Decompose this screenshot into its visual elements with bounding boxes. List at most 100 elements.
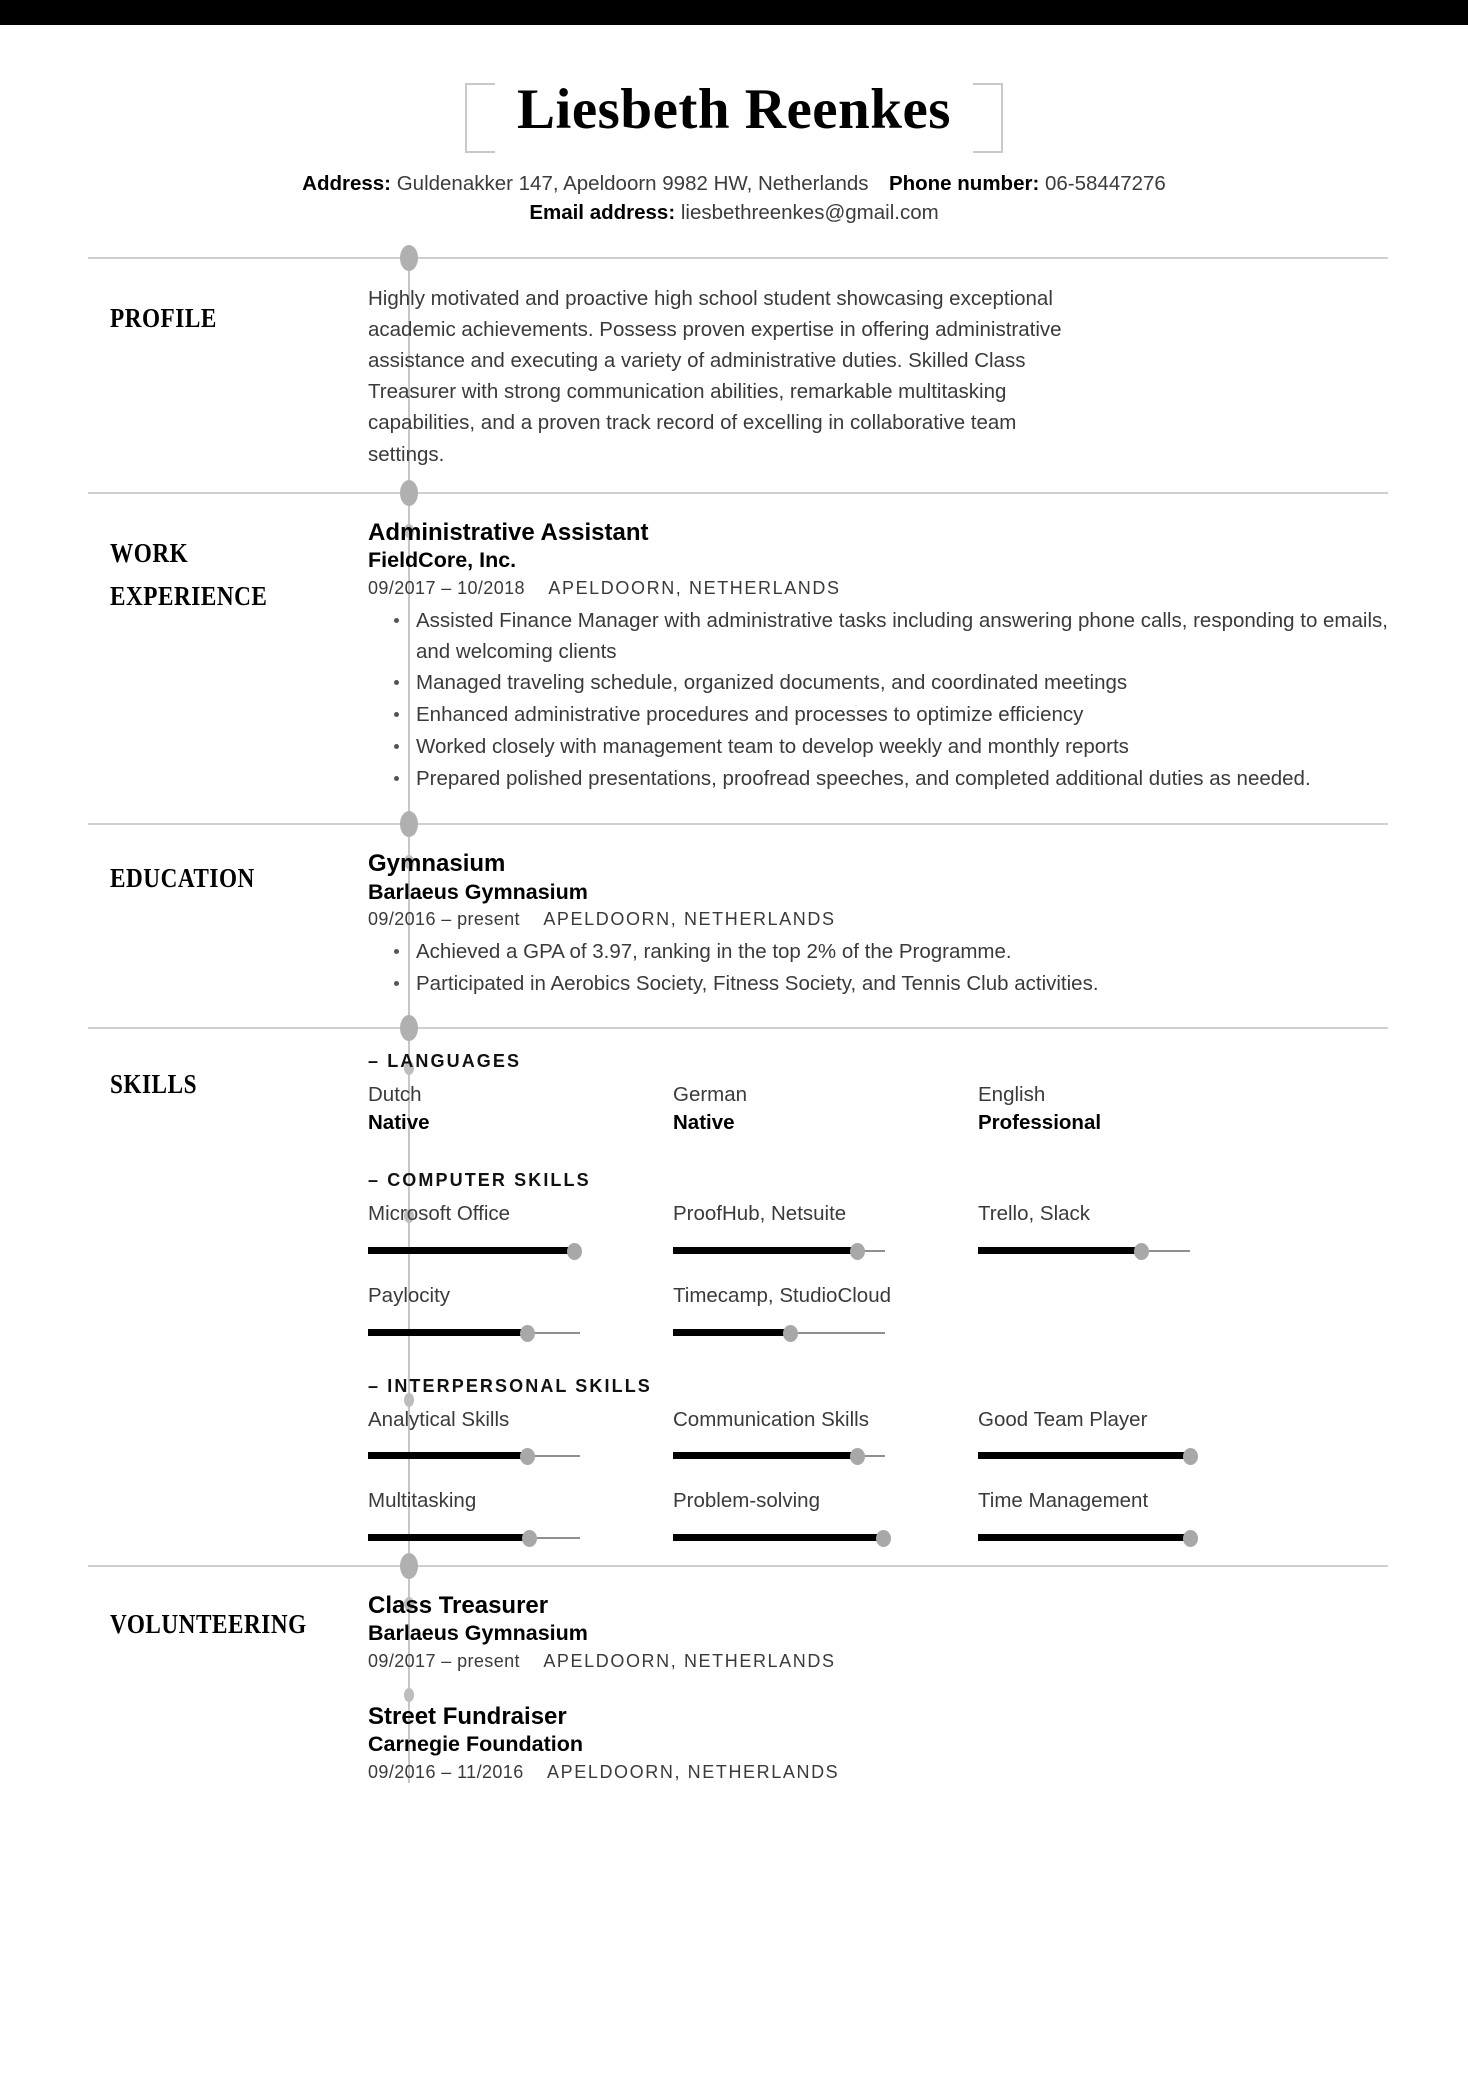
skill-level-slider[interactable] xyxy=(673,1324,885,1342)
slider-knob[interactable] xyxy=(850,1243,866,1260)
volunteering-entry: Street Fundraiser Carnegie Foundation 09… xyxy=(368,1702,1388,1783)
language-name: German xyxy=(673,1082,748,1106)
page-title: Liesbeth Reenkes xyxy=(517,78,951,141)
skill-name: Time Management xyxy=(978,1489,1149,1513)
slider-knob[interactable] xyxy=(566,1243,582,1260)
section-label-work-line2: EXPERIENCE xyxy=(110,581,268,612)
slider-knob[interactable] xyxy=(782,1324,798,1342)
volunteer-organization: Barlaeus Gymnasium xyxy=(368,1621,588,1646)
slider-knob[interactable] xyxy=(1183,1448,1198,1466)
volunteer-title: Class Treasurer xyxy=(368,1592,549,1620)
slider-fill xyxy=(673,1328,790,1336)
skill-level-slider[interactable] xyxy=(978,1447,1198,1466)
skill-name: Multitasking xyxy=(368,1489,477,1513)
language-row: Dutch Native German Native English Profe… xyxy=(368,1081,1388,1136)
contact-line-1: Address: Guldenakker 147, Apeldoorn 9982… xyxy=(0,169,1468,198)
skill-row: Multitasking Problem-solving Time Manage… xyxy=(368,1487,1388,1548)
skill-group-interpersonal: – INTERPERSONAL SKILLS Analytical Skills xyxy=(368,1376,1388,1548)
skill-name: Analytical Skills xyxy=(368,1407,510,1431)
section-label-skills: SKILLS xyxy=(110,1068,198,1099)
job-meta: 09/2017 – 10/2018 APELDOORN, NETHERLANDS xyxy=(368,578,1388,599)
skill-level-slider[interactable] xyxy=(368,1447,580,1466)
section-profile: PROFILE Highly motivated and proactive h… xyxy=(0,244,1468,492)
skill-item: Analytical Skills xyxy=(368,1406,673,1466)
volunteering-entry: Class Treasurer Barlaeus Gymnasium 09/20… xyxy=(368,1591,1388,1672)
phone-value: 06-58447276 xyxy=(1044,171,1166,195)
skill-name: Communication Skills xyxy=(673,1407,869,1431)
skill-item-empty xyxy=(978,1282,1283,1342)
section-education: EDUCATION Gymnasium Barlaeus Gymnasium 0… xyxy=(0,811,1468,1027)
top-black-band xyxy=(0,0,1468,25)
language-level: Native xyxy=(368,1110,430,1134)
list-item: Achieved a GPA of 3.97, ranking in the t… xyxy=(394,937,1388,968)
slider-knob[interactable] xyxy=(1134,1243,1150,1260)
slider-knob[interactable] xyxy=(875,1530,891,1548)
volunteer-organization: Carnegie Foundation xyxy=(368,1732,583,1757)
list-item: Managed traveling schedule, organized do… xyxy=(394,668,1388,699)
volunteer-meta: 09/2017 – present APELDOORN, NETHERLANDS xyxy=(368,1651,1388,1672)
skill-item: Multitasking xyxy=(368,1487,673,1548)
list-item: Worked closely with management team to d… xyxy=(394,732,1388,763)
skill-level-slider[interactable] xyxy=(368,1324,580,1342)
language-item: German Native xyxy=(673,1081,978,1136)
skill-level-slider[interactable] xyxy=(368,1529,580,1548)
skill-level-slider[interactable] xyxy=(673,1242,885,1260)
education-dates: 09/2016 – present xyxy=(368,909,520,930)
skill-group-languages: – LANGUAGES Dutch Native German Native E… xyxy=(368,1051,1388,1136)
skill-name: ProofHub, Netsuite xyxy=(673,1202,847,1226)
skill-level-slider[interactable] xyxy=(368,1242,582,1260)
degree-title: Gymnasium xyxy=(368,850,506,878)
contact-line-2: Email address: liesbethreenkes@gmail.com xyxy=(0,198,1468,227)
skill-level-slider[interactable] xyxy=(978,1529,1198,1548)
section-skills: SKILLS – LANGUAGES Dutch Native German N… xyxy=(0,1014,1468,1566)
slider-fill xyxy=(978,1534,1190,1542)
job-title: Administrative Assistant xyxy=(368,518,649,546)
slider-knob[interactable] xyxy=(522,1530,538,1548)
list-item: Prepared polished presentations, proofre… xyxy=(394,764,1388,795)
skill-item: Time Management xyxy=(978,1487,1283,1548)
slider-knob[interactable] xyxy=(850,1448,866,1466)
address-label: Address: xyxy=(302,171,392,195)
section-volunteering: VOLUNTEERING Class Treasurer Barlaeus Gy… xyxy=(0,1553,1468,1784)
education-bullet-list: Achieved a GPA of 3.97, ranking in the t… xyxy=(368,937,1388,1000)
work-entry: Administrative Assistant FieldCore, Inc.… xyxy=(368,518,1388,795)
skill-group-title: – LANGUAGES xyxy=(368,1050,522,1071)
section-label-work-line1: WORK xyxy=(110,537,189,568)
skill-name: Microsoft Office xyxy=(368,1202,511,1226)
language-level: Professional xyxy=(978,1110,1102,1134)
skill-level-slider[interactable] xyxy=(673,1447,885,1466)
slider-knob[interactable] xyxy=(1183,1530,1198,1548)
slider-fill xyxy=(368,1328,527,1336)
skill-item: ProofHub, Netsuite xyxy=(673,1200,978,1260)
slider-knob[interactable] xyxy=(520,1448,535,1466)
slider-knob[interactable] xyxy=(520,1324,535,1342)
profile-text: Highly motivated and proactive high scho… xyxy=(368,286,1062,466)
address-value: Guldenakker 147, Apeldoorn 9982 HW, Neth… xyxy=(396,171,869,195)
skill-item: Communication Skills xyxy=(673,1406,978,1466)
skill-level-slider[interactable] xyxy=(673,1529,891,1548)
skill-item: Trello, Slack xyxy=(978,1200,1283,1260)
skill-row: Paylocity Timecamp, StudioCloud xyxy=(368,1282,1388,1342)
slider-fill xyxy=(368,1452,527,1460)
section-label-education: EDUCATION xyxy=(110,863,255,894)
list-item: Enhanced administrative procedures and p… xyxy=(394,700,1388,731)
skill-name: Timecamp, StudioCloud xyxy=(673,1284,892,1307)
job-bullet-list: Assisted Finance Manager with administra… xyxy=(368,606,1388,795)
resume-body: PROFILE Highly motivated and proactive h… xyxy=(0,244,1468,1784)
volunteer-title: Street Fundraiser xyxy=(368,1703,567,1731)
education-meta: 09/2016 – present APELDOORN, NETHERLANDS xyxy=(368,909,1388,930)
skill-item: Timecamp, StudioCloud xyxy=(673,1282,978,1342)
skill-item: Paylocity xyxy=(368,1282,673,1342)
list-item: Participated in Aerobics Society, Fitnes… xyxy=(394,969,1388,1000)
volunteer-location: APELDOORN, NETHERLANDS xyxy=(547,1762,840,1783)
job-dates: 09/2017 – 10/2018 xyxy=(368,577,525,598)
name-block: Liesbeth Reenkes xyxy=(465,77,1003,153)
list-item: Assisted Finance Manager with administra… xyxy=(394,606,1388,668)
email-value: liesbethreenkes@gmail.com xyxy=(680,200,939,224)
language-item: English Professional xyxy=(978,1081,1283,1136)
language-item: Dutch Native xyxy=(368,1081,673,1136)
section-label-profile: PROFILE xyxy=(110,302,217,333)
resume-header: Liesbeth Reenkes Address: Guldenakker 14… xyxy=(0,25,1468,227)
skill-level-slider[interactable] xyxy=(978,1242,1190,1260)
school-name: Barlaeus Gymnasium xyxy=(368,879,588,904)
